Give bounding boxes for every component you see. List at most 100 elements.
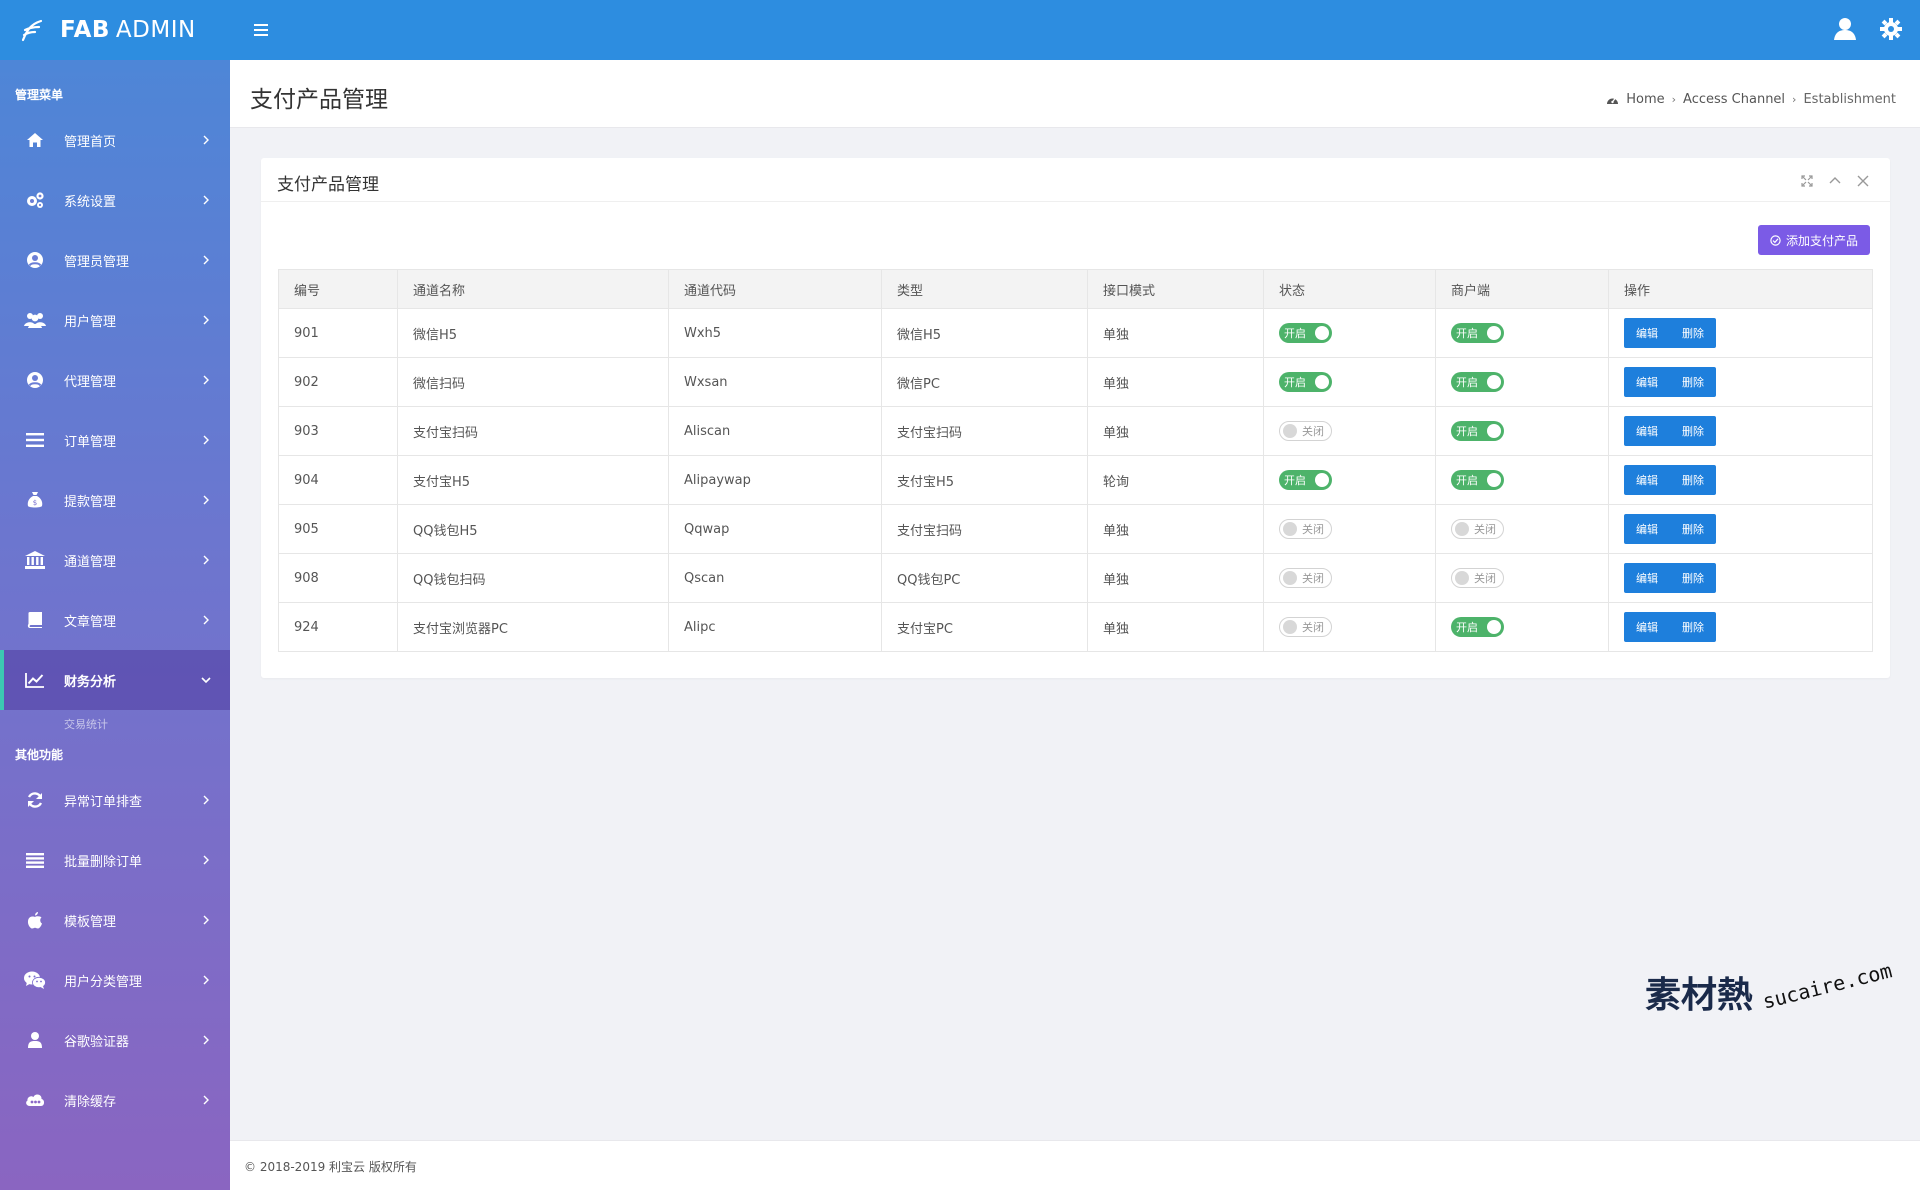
svg-text:$: $: [33, 499, 37, 507]
cell-code: Wxh5: [668, 308, 882, 358]
status-toggle[interactable]: 关闭: [1279, 519, 1332, 539]
delete-button[interactable]: 删除: [1670, 612, 1716, 642]
sidebar-item[interactable]: 用户分类管理: [0, 950, 230, 1010]
sidebar-item[interactable]: 异常订单排查: [0, 770, 230, 830]
col-header-mode[interactable]: 接口模式: [1087, 269, 1264, 309]
wechat-icon: [24, 969, 46, 991]
cell-mode: 单独: [1087, 357, 1264, 407]
close-icon[interactable]: [1856, 174, 1870, 188]
delete-button[interactable]: 删除: [1670, 563, 1716, 593]
sidebar-item[interactable]: 系统设置: [0, 170, 230, 230]
status-toggle[interactable]: 关闭: [1279, 617, 1332, 637]
breadcrumb-home[interactable]: Home: [1626, 92, 1664, 107]
product-table: 编号 通道名称 通道代码 类型 接口模式 状态 商户端 操作 901 微信H5 Wx…: [278, 269, 1873, 652]
merchant-toggle[interactable]: 开启: [1451, 421, 1504, 441]
merchant-toggle[interactable]: 开启: [1451, 323, 1504, 343]
col-header-name[interactable]: 通道名称: [397, 269, 669, 309]
merchant-toggle[interactable]: 开启: [1451, 470, 1504, 490]
edit-button[interactable]: 编辑: [1624, 318, 1670, 348]
sidebar: FAB ADMIN 管理菜单 管理首页 系统设置 管理员管理 用户管理 代理管理 订单管理 $…: [0, 0, 230, 1190]
sidebar-item[interactable]: 用户管理: [0, 290, 230, 350]
merchant-cell: 开启: [1435, 357, 1609, 407]
status-toggle[interactable]: 关闭: [1279, 568, 1332, 588]
status-toggle[interactable]: 关闭: [1279, 421, 1332, 441]
merchant-toggle[interactable]: 开启: [1451, 372, 1504, 392]
cell-id: 924: [278, 602, 398, 652]
status-cell: 关闭: [1263, 553, 1436, 603]
status-toggle[interactable]: 开启: [1279, 372, 1332, 392]
brand[interactable]: FAB ADMIN: [0, 0, 230, 60]
page-title: 支付产品管理: [250, 87, 388, 113]
sidebar-item[interactable]: $ 提款管理: [0, 470, 230, 530]
actions-cell: 编辑 删除: [1608, 357, 1873, 407]
sidebar-item[interactable]: 管理首页: [0, 110, 230, 170]
sidebar-item-label: 模板管理: [64, 914, 117, 930]
chevron-right-icon: [200, 854, 212, 866]
cogs-icon: [24, 189, 46, 211]
edit-button[interactable]: 编辑: [1624, 367, 1670, 397]
status-cell: 关闭: [1263, 602, 1436, 652]
line-chart-icon: [24, 669, 46, 691]
sidebar-item[interactable]: 通道管理: [0, 530, 230, 590]
book-icon: [24, 609, 46, 631]
col-header-status[interactable]: 状态: [1263, 269, 1436, 309]
col-header-merchant[interactable]: 商户端: [1435, 269, 1609, 309]
edit-button[interactable]: 编辑: [1624, 514, 1670, 544]
sidebar-item[interactable]: 模板管理: [0, 890, 230, 950]
delete-button[interactable]: 删除: [1670, 416, 1716, 446]
delete-button[interactable]: 删除: [1670, 514, 1716, 544]
status-toggle[interactable]: 开启: [1279, 470, 1332, 490]
edit-button[interactable]: 编辑: [1624, 465, 1670, 495]
sidebar-item-label: 代理管理: [64, 374, 117, 390]
actions-cell: 编辑 删除: [1608, 504, 1873, 554]
status-toggle[interactable]: 开启: [1279, 323, 1332, 343]
merchant-toggle[interactable]: 开启: [1451, 617, 1504, 637]
cell-code: Aliscan: [668, 406, 882, 456]
edit-button[interactable]: 编辑: [1624, 612, 1670, 642]
cell-type: 支付宝H5: [881, 455, 1088, 505]
sidebar-item[interactable]: 批量删除订单: [0, 830, 230, 890]
table-row: 905 QQ钱包H5 Qqwap 支付宝扫码 单独 关闭 关闭 编辑 删除: [278, 504, 1873, 554]
chevron-right-icon: [200, 614, 212, 626]
sidebar-item[interactable]: 财务分析: [0, 650, 230, 710]
cell-name: QQ钱包扫码: [397, 553, 669, 603]
merchant-toggle[interactable]: 关闭: [1451, 519, 1504, 539]
watermark-en: sucaire.com: [1760, 958, 1895, 1014]
sidebar-item[interactable]: 订单管理: [0, 410, 230, 470]
col-header-type[interactable]: 类型: [881, 269, 1088, 309]
sidebar-item-label: 管理首页: [64, 134, 117, 150]
sidebar-item-label: 批量删除订单: [64, 854, 143, 870]
cell-mode: 单独: [1087, 504, 1264, 554]
actions-cell: 编辑 删除: [1608, 455, 1873, 505]
sidebar-item-label: 财务分析: [64, 674, 117, 690]
sidebar-item[interactable]: 清除缓存: [0, 1070, 230, 1130]
expand-icon[interactable]: [1800, 174, 1814, 188]
sidebar-item[interactable]: 代理管理: [0, 350, 230, 410]
table-row: 901 微信H5 Wxh5 微信H5 单独 开启 开启 编辑 删除: [278, 308, 1873, 358]
product-card: 支付产品管理 添加支付产品 编号 通道名称 通道代码 类型 接口模式 状态 商户…: [261, 158, 1890, 678]
breadcrumb-access-channel[interactable]: Access Channel: [1683, 92, 1785, 107]
edit-button[interactable]: 编辑: [1624, 416, 1670, 446]
delete-button[interactable]: 删除: [1670, 465, 1716, 495]
dashboard-icon: [1606, 94, 1619, 106]
merchant-toggle[interactable]: 关闭: [1451, 568, 1504, 588]
collapse-icon[interactable]: [1828, 174, 1842, 188]
sidebar-item[interactable]: 谷歌验证器: [0, 1010, 230, 1070]
gear-icon[interactable]: [1878, 16, 1904, 42]
add-product-button[interactable]: 添加支付产品: [1757, 225, 1870, 255]
cell-name: 支付宝扫码: [397, 406, 669, 456]
submenu-item-peek[interactable]: 交易统计: [0, 710, 230, 732]
user-circle-icon: [24, 249, 46, 271]
user-icon[interactable]: [1832, 16, 1858, 42]
merchant-cell: 开启: [1435, 602, 1609, 652]
chevron-down-icon: [200, 674, 212, 686]
col-header-code[interactable]: 通道代码: [668, 269, 882, 309]
main-menu: 管理首页系统设置 管理员管理 用户管理代理管理订单管理 $ 提款管理 通道管理 文章管理财务…: [0, 110, 230, 710]
sidebar-item[interactable]: 管理员管理: [0, 230, 230, 290]
delete-button[interactable]: 删除: [1670, 367, 1716, 397]
sidebar-item[interactable]: 文章管理: [0, 590, 230, 650]
col-header-id[interactable]: 编号: [278, 269, 398, 309]
edit-button[interactable]: 编辑: [1624, 563, 1670, 593]
menu-toggle-icon[interactable]: [250, 20, 272, 40]
delete-button[interactable]: 删除: [1670, 318, 1716, 348]
